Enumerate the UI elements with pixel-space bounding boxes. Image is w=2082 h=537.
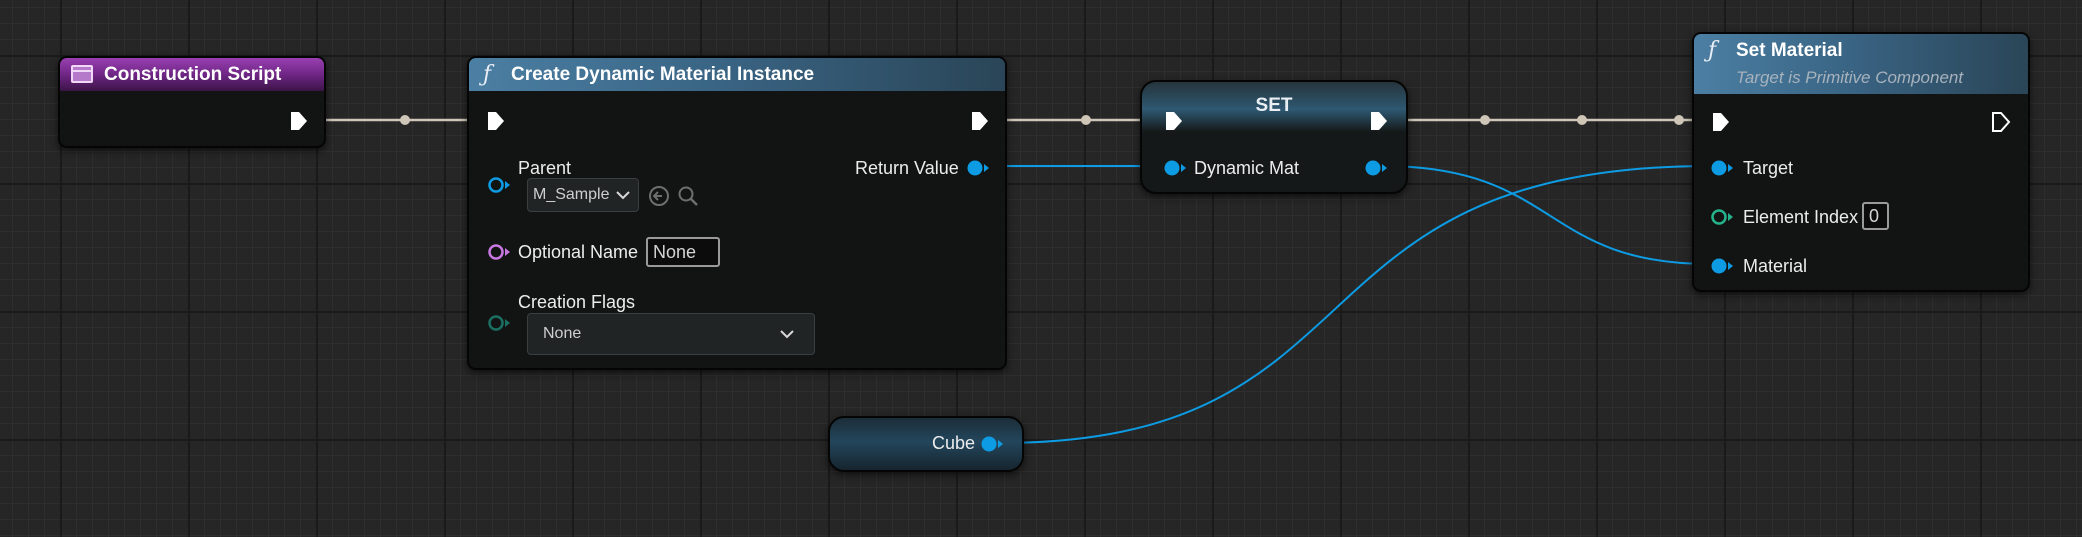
creation-flags-dropdown[interactable]: None: [527, 313, 815, 355]
reroute-dot: [1674, 115, 1684, 125]
optional-name-value: None: [653, 242, 697, 262]
parent-asset-dropdown[interactable]: M_Sample: [527, 178, 639, 212]
cube-label: Cube: [932, 433, 976, 453]
construction-script-title: Construction Script: [104, 64, 282, 85]
exec-out-pin[interactable]: [288, 110, 310, 132]
dynamic-mat-out-pin[interactable]: [1364, 158, 1388, 178]
browse-search-icon[interactable]: [677, 185, 699, 207]
set-material-title: Set Material: [1736, 40, 1843, 61]
reroute-dot: [1577, 115, 1587, 125]
reroute-dot: [400, 115, 410, 125]
create-dmi-title: Create Dynamic Material Instance: [511, 64, 815, 85]
set-variable-node[interactable]: SET Dynamic Mat: [1140, 80, 1408, 194]
creation-flags-value: None: [543, 325, 582, 342]
optional-name-pin[interactable]: [487, 242, 511, 262]
wire-dynamicmat-to-material: [1380, 165, 1711, 265]
construction-script-node[interactable]: Construction Script: [58, 56, 326, 148]
chevron-down-icon: [616, 191, 630, 200]
reroute-dot: [1480, 115, 1490, 125]
set-material-header[interactable]: ƒ Set Material Target is Primitive Compo…: [1694, 34, 2028, 94]
cube-out-pin[interactable]: [980, 434, 1004, 454]
optional-name-input[interactable]: None: [646, 237, 720, 267]
exec-in-pin[interactable]: [1163, 110, 1185, 132]
event-script-icon: [71, 65, 93, 83]
create-dmi-header[interactable]: ƒ Create Dynamic Material Instance: [469, 58, 1005, 91]
exec-out-pin[interactable]: [969, 110, 991, 132]
parent-asset-value: M_Sample: [533, 186, 610, 203]
element-index-pin[interactable]: [1710, 207, 1734, 227]
target-label: Target: [1743, 158, 1794, 178]
exec-out-pin[interactable]: [1990, 111, 2012, 133]
set-material-subtitle: Target is Primitive Component: [1736, 68, 1964, 87]
dynamic-mat-label: Dynamic Mat: [1194, 158, 1300, 178]
return-value-pin[interactable]: [966, 158, 990, 178]
chevron-down-icon: [780, 330, 794, 339]
function-f-icon: ƒ: [1708, 38, 1717, 63]
use-selected-asset-icon[interactable]: [648, 185, 670, 207]
function-f-icon: ƒ: [483, 62, 492, 87]
create-dynamic-material-instance-node[interactable]: ƒ Create Dynamic Material Instance Paren…: [467, 56, 1007, 370]
material-label: Material: [1743, 256, 1808, 276]
exec-in-pin[interactable]: [485, 110, 507, 132]
exec-out-pin[interactable]: [1368, 110, 1390, 132]
creation-flags-label: Creation Flags: [518, 292, 636, 312]
optional-name-label: Optional Name: [518, 242, 639, 262]
reroute-dot: [1081, 115, 1091, 125]
parent-pin[interactable]: [487, 175, 511, 195]
element-index-label: Element Index: [1743, 207, 1859, 227]
return-value-label: Return Value: [855, 158, 959, 178]
parent-label: Parent: [518, 158, 572, 178]
element-index-input[interactable]: 0: [1862, 202, 1889, 230]
material-pin[interactable]: [1710, 256, 1734, 276]
target-pin[interactable]: [1710, 158, 1734, 178]
dynamic-mat-in-pin[interactable]: [1163, 158, 1187, 178]
creation-flags-pin[interactable]: [487, 313, 511, 333]
element-index-value: 0: [1869, 206, 1880, 226]
wire-cube-to-target: [999, 165, 1711, 444]
exec-in-pin[interactable]: [1710, 111, 1732, 133]
set-material-node[interactable]: ƒ Set Material Target is Primitive Compo…: [1692, 32, 2030, 292]
cube-variable-node[interactable]: Cube: [828, 416, 1024, 472]
construction-script-header[interactable]: Construction Script: [60, 58, 324, 91]
